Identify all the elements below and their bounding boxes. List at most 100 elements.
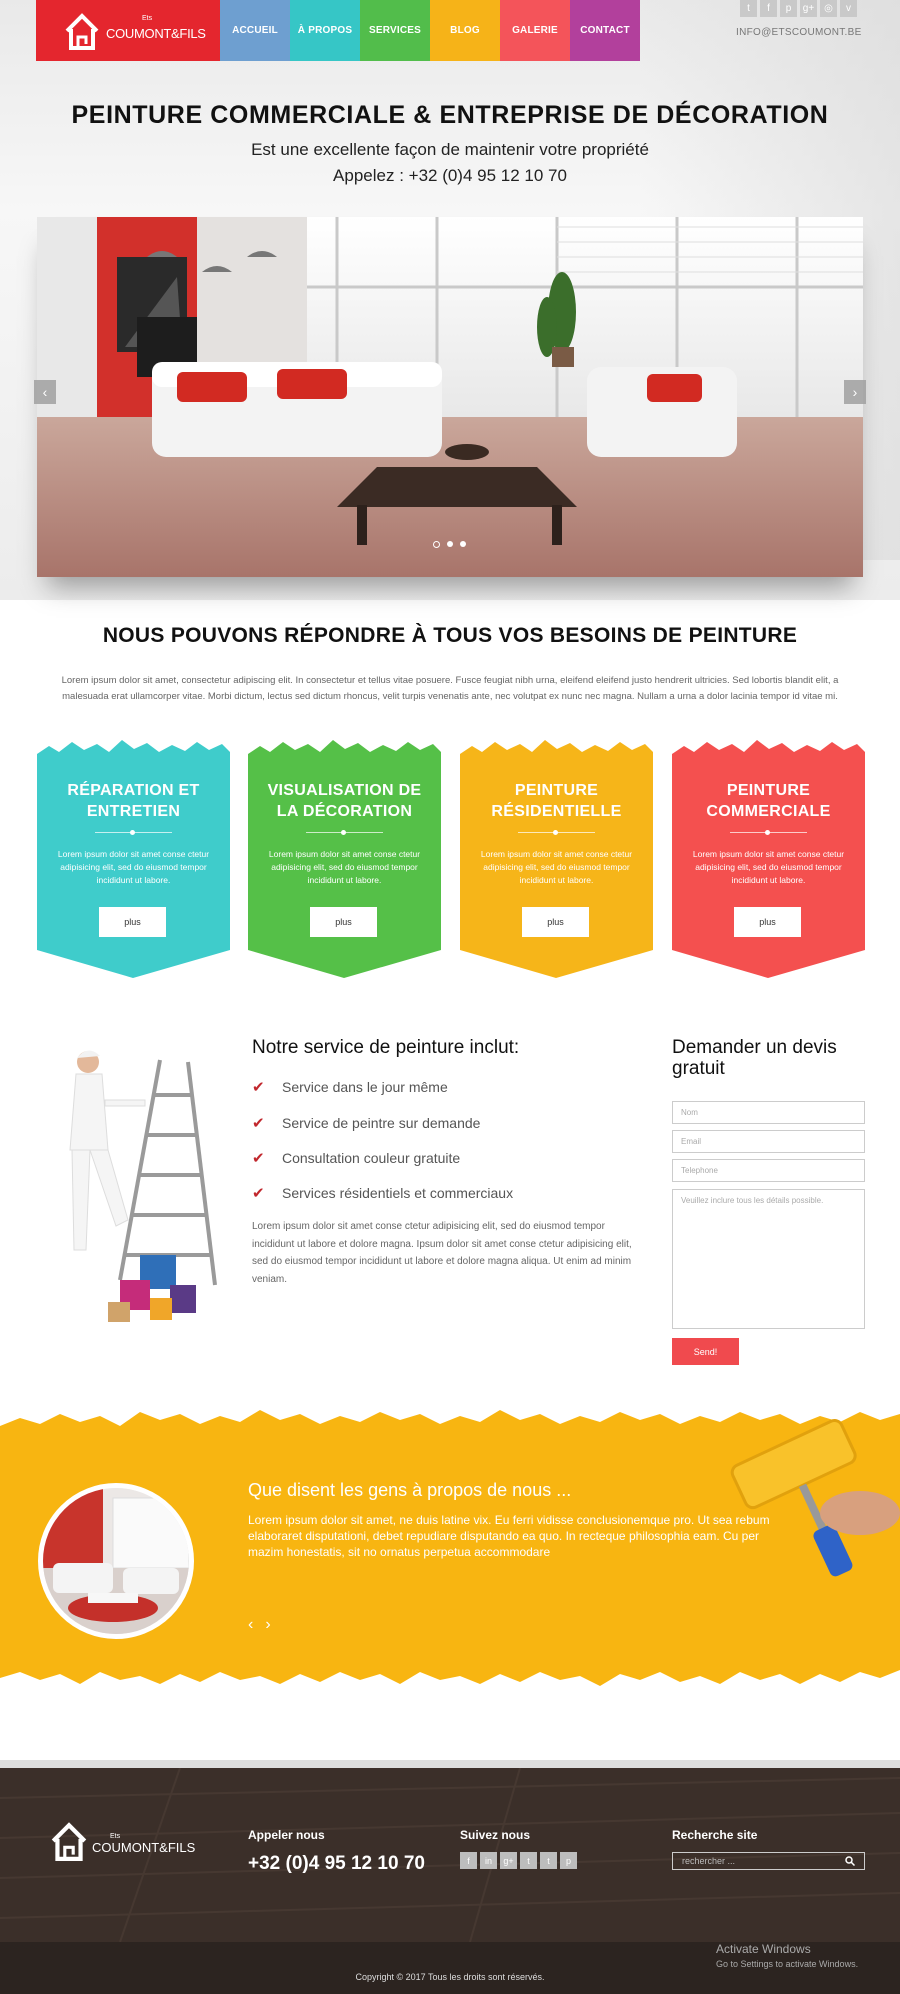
card-text: Lorem ipsum dolor sit amet conse ctetur … xyxy=(480,849,633,885)
google-plus-icon[interactable]: g+ xyxy=(800,0,817,17)
footer-logo-brand: COUMONT&FILS xyxy=(92,1840,196,1855)
footer-phone[interactable]: +32 (0)4 95 12 10 70 xyxy=(248,1850,428,1878)
card-more-button[interactable]: plus xyxy=(522,907,589,937)
nav-propos[interactable]: À PROPOS xyxy=(290,0,360,61)
card-divider-dot xyxy=(553,830,558,835)
check-icon: ✔ xyxy=(252,1185,265,1202)
logo-brand: COUMONT&FILS xyxy=(106,26,206,41)
footer-divider xyxy=(0,1760,900,1768)
linkedin-icon[interactable]: in xyxy=(480,1852,497,1869)
service-card-visualisation: VISUALISATION DE LA DÉCORATION Lorem ips… xyxy=(248,740,441,978)
slider-dot[interactable] xyxy=(433,541,440,548)
facebook-icon[interactable]: f xyxy=(760,0,777,17)
header-social-links: t f p g+ ◎ v xyxy=(740,0,857,17)
card-title: RÉPARATION ET ENTRETIEN xyxy=(67,782,200,820)
message-field[interactable]: Veuillez inclure tous les détails possib… xyxy=(672,1189,865,1329)
footer-search-title: Recherche site xyxy=(672,1828,758,1842)
slider-prev-button[interactable]: ‹ xyxy=(34,380,56,404)
testimonial-prev-button[interactable]: ‹ xyxy=(248,1616,253,1634)
service-card-commercial: PEINTURE COMMERCIALE Lorem ipsum dolor s… xyxy=(672,740,865,978)
check-icon: ✔ xyxy=(252,1079,265,1096)
nav-galerie[interactable]: GALERIE xyxy=(500,0,570,61)
footer-logo[interactable]: Ets COUMONT&FILS xyxy=(50,1820,195,1862)
service-list-item: ✔ Services résidentiels et commerciaux xyxy=(252,1184,513,1202)
nav-accueil[interactable]: ACCUEIL xyxy=(220,0,290,61)
hero-subtitle: Est une excellente façon de maintenir vo… xyxy=(251,140,649,159)
card-title: VISUALISATION DE LA DÉCORATION xyxy=(267,782,422,820)
name-field[interactable]: Nom xyxy=(672,1101,865,1124)
service-list-label: Services résidentiels et commerciaux xyxy=(282,1185,514,1201)
copyright-text: Copyright © 2017 Tous les droits sont ré… xyxy=(355,1972,545,1982)
services-text: Lorem ipsum dolor sit amet conse ctetur … xyxy=(252,1221,632,1285)
living-room-photo xyxy=(37,217,863,577)
windows-activation-subtitle: Go to Settings to activate Windows. xyxy=(716,1959,859,1969)
card-text: Lorem ipsum dolor sit amet conse ctetur … xyxy=(57,849,210,885)
nav-contact[interactable]: CONTACT xyxy=(570,0,640,61)
slider-next-button[interactable]: › xyxy=(844,380,866,404)
testimonial-nav: ‹ › xyxy=(248,1616,271,1634)
main-nav: ACCUEIL À PROPOS SERVICES BLOG GALERIE CONTAC… xyxy=(220,0,640,61)
service-card-repair: RÉPARATION ET ENTRETIEN Lorem ipsum dolo… xyxy=(37,740,230,978)
nav-blog[interactable]: BLOG xyxy=(430,0,500,61)
header-email[interactable]: INFO@ETSCOUMONT.BE xyxy=(736,27,862,38)
needs-text: Lorem ipsum dolor sit amet, consectetur … xyxy=(61,675,839,702)
card-title: PEINTURE COMMERCIALE xyxy=(706,782,831,820)
windows-activation-title: Activate Windows xyxy=(716,1942,811,1956)
service-list-item: ✔ Service dans le jour même xyxy=(252,1078,448,1096)
testimonials-title: Que disent les gens à propos de nous ... xyxy=(248,1480,572,1500)
quote-form-title: Demander un devis gratuit xyxy=(672,1037,837,1079)
search-icon[interactable] xyxy=(845,1856,855,1866)
search-placeholder: rechercher ... xyxy=(682,1856,736,1866)
send-button[interactable]: Send! xyxy=(672,1338,739,1365)
email-field[interactable]: Email xyxy=(672,1130,865,1153)
phone-field[interactable]: Telephone xyxy=(672,1159,865,1182)
house-logo-icon xyxy=(51,1822,87,1861)
card-title: PEINTURE RÉSIDENTIELLE xyxy=(491,782,622,820)
vimeo-icon[interactable]: v xyxy=(840,0,857,17)
footer-follow-title: Suivez nous xyxy=(460,1828,531,1842)
slider-dots xyxy=(433,541,466,548)
house-logo-icon xyxy=(65,12,99,50)
services-title: Notre service de peinture inclut: xyxy=(252,1037,520,1058)
tumblr-icon[interactable]: t xyxy=(540,1852,557,1869)
footer-logo-ets: Ets xyxy=(110,1833,121,1840)
twitter-icon[interactable]: t xyxy=(520,1852,537,1869)
card-more-button[interactable]: plus xyxy=(734,907,801,937)
needs-title: NOUS POUVONS RÉPONDRE À TOUS VOS BESOINS… xyxy=(102,624,798,647)
card-divider-dot xyxy=(341,830,346,835)
footer-social-links: f in g+ t t p xyxy=(460,1852,577,1869)
card-text: Lorem ipsum dolor sit amet conse ctetur … xyxy=(268,849,421,885)
testimonial-next-button[interactable]: › xyxy=(265,1616,270,1634)
service-list-label: Service de peintre sur demande xyxy=(282,1115,481,1131)
pinterest-icon[interactable]: p xyxy=(780,0,797,17)
instagram-icon[interactable]: ◎ xyxy=(820,0,837,17)
slider-dot[interactable] xyxy=(447,541,453,547)
interior-photo xyxy=(43,1488,189,1634)
hero-phone: Appelez : +32 (0)4 95 12 10 70 xyxy=(333,166,567,185)
hero-title: PEINTURE COMMERCIALE & ENTREPRISE DE DÉC… xyxy=(71,101,829,129)
footer-call-title: Appeler nous xyxy=(248,1828,325,1842)
hero-slider-image xyxy=(37,217,863,577)
card-divider-dot xyxy=(130,830,135,835)
card-divider-dot xyxy=(765,830,770,835)
nav-services[interactable]: SERVICES xyxy=(360,0,430,61)
card-more-button[interactable]: plus xyxy=(310,907,377,937)
footer-search-input[interactable]: rechercher ... xyxy=(672,1852,865,1870)
check-icon: ✔ xyxy=(252,1115,265,1132)
service-list-item: ✔ Consultation couleur gratuite xyxy=(252,1149,460,1167)
card-text: Lorem ipsum dolor sit amet conse ctetur … xyxy=(692,849,845,885)
twitter-icon[interactable]: t xyxy=(740,0,757,17)
site-logo[interactable]: Ets COUMONT&FILS xyxy=(36,0,220,61)
painter-illustration xyxy=(69,1050,217,1322)
slider-dot[interactable] xyxy=(460,541,466,547)
service-list-label: Consultation couleur gratuite xyxy=(282,1150,461,1166)
testimonial-photo xyxy=(38,1483,194,1639)
testimonial-text: Lorem ipsum dolor sit amet, ne duis lati… xyxy=(248,1513,770,1559)
service-list-item: ✔ Service de peintre sur demande xyxy=(252,1114,480,1132)
service-list-label: Service dans le jour même xyxy=(282,1079,448,1095)
pinterest-icon[interactable]: p xyxy=(560,1852,577,1869)
google-plus-icon[interactable]: g+ xyxy=(500,1852,517,1869)
facebook-icon[interactable]: f xyxy=(460,1852,477,1869)
card-more-button[interactable]: plus xyxy=(99,907,166,937)
service-card-residential: PEINTURE RÉSIDENTIELLE Lorem ipsum dolor… xyxy=(460,740,653,978)
